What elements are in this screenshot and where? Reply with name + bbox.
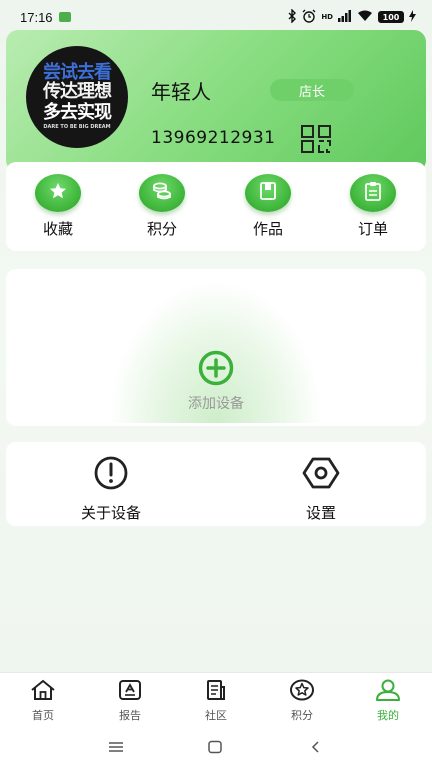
coins-icon (151, 181, 173, 205)
community-icon (203, 679, 229, 705)
works-label: 作品 (252, 220, 283, 238)
system-nav-bar (0, 727, 432, 768)
network-label: HD (321, 13, 333, 21)
charging-icon (409, 9, 416, 25)
home-system-button[interactable] (207, 739, 225, 755)
qr-code-button[interactable] (300, 124, 334, 154)
recent-apps-button[interactable] (108, 739, 126, 755)
add-device-button[interactable] (193, 350, 239, 390)
menu-lines-icon (108, 739, 124, 758)
square-icon (207, 739, 223, 758)
battery-icon: 100 (378, 11, 404, 23)
nav-label-community: 社区 (205, 709, 227, 722)
nav-label-mine: 我的 (377, 709, 399, 722)
wifi-icon (357, 10, 373, 25)
role-badge: 店长 (270, 79, 354, 101)
nav-label-report: 报告 (119, 709, 141, 722)
avatar[interactable]: 尝试去看 传达理想 多去实现 DARE TO BE BIG DREAM (26, 46, 128, 148)
orders-label: 订单 (357, 220, 388, 238)
status-time: 17:16 (20, 9, 53, 25)
book-icon (259, 181, 277, 205)
gear-icon (301, 456, 341, 494)
bottom-nav: 首页 报告 社区 积分 我的 (0, 672, 432, 727)
phone-number: 13969212931 (151, 128, 276, 148)
app-notification-icon (58, 12, 71, 22)
star-icon (48, 181, 68, 205)
works-button[interactable]: 作品 (233, 174, 303, 239)
profile-card: 尝试去看 传达理想 多去实现 DARE TO BE BIG DREAM 年轻人 … (6, 30, 426, 172)
home-icon (30, 679, 56, 705)
back-system-button[interactable] (308, 739, 326, 755)
points-label: 积分 (146, 220, 177, 238)
tools-card: 关于设备 设置 (6, 442, 426, 526)
nav-item-report[interactable]: 报告 (100, 679, 160, 723)
plus-circle-icon (198, 350, 234, 390)
favorites-label: 收藏 (42, 220, 73, 238)
add-device-label: 添加设备 (188, 396, 244, 412)
nav-label-home: 首页 (32, 709, 54, 722)
status-bar: 17:16 HD 100 (0, 0, 432, 34)
settings-button[interactable]: 设置 (266, 456, 376, 523)
back-chevron-icon (308, 739, 324, 758)
quick-actions-card: 收藏 积分 作品 订单 (6, 162, 426, 251)
bluetooth-icon (287, 7, 297, 26)
alarm-icon (302, 9, 316, 26)
qr-code-icon (300, 125, 332, 158)
user-icon (374, 679, 402, 705)
nav-label-points: 积分 (291, 709, 313, 722)
device-card: 添加设备 (6, 269, 426, 426)
avatar-text-line: 传达理想 (43, 81, 112, 102)
avatar-text-line: 尝试去看 (43, 62, 112, 83)
settings-label: 设置 (305, 504, 336, 522)
points-icon (289, 679, 315, 705)
report-icon (117, 679, 143, 705)
avatar-text-line: DARE TO BE BIG DREAM (43, 124, 111, 130)
points-button[interactable]: 积分 (127, 174, 197, 239)
nav-item-mine[interactable]: 我的 (358, 679, 418, 723)
nav-item-home[interactable]: 首页 (13, 679, 73, 723)
info-icon (91, 456, 131, 494)
nav-item-community[interactable]: 社区 (186, 679, 246, 723)
favorites-button[interactable]: 收藏 (23, 174, 93, 239)
username: 年轻人 (151, 80, 211, 104)
orders-button[interactable]: 订单 (338, 174, 408, 239)
about-device-button[interactable]: 关于设备 (56, 456, 166, 523)
clipboard-icon (364, 181, 382, 205)
avatar-text-line: 多去实现 (43, 102, 112, 123)
nav-item-points[interactable]: 积分 (272, 679, 332, 723)
about-device-label: 关于设备 (80, 504, 141, 522)
cellular-signal-icon (338, 9, 352, 25)
